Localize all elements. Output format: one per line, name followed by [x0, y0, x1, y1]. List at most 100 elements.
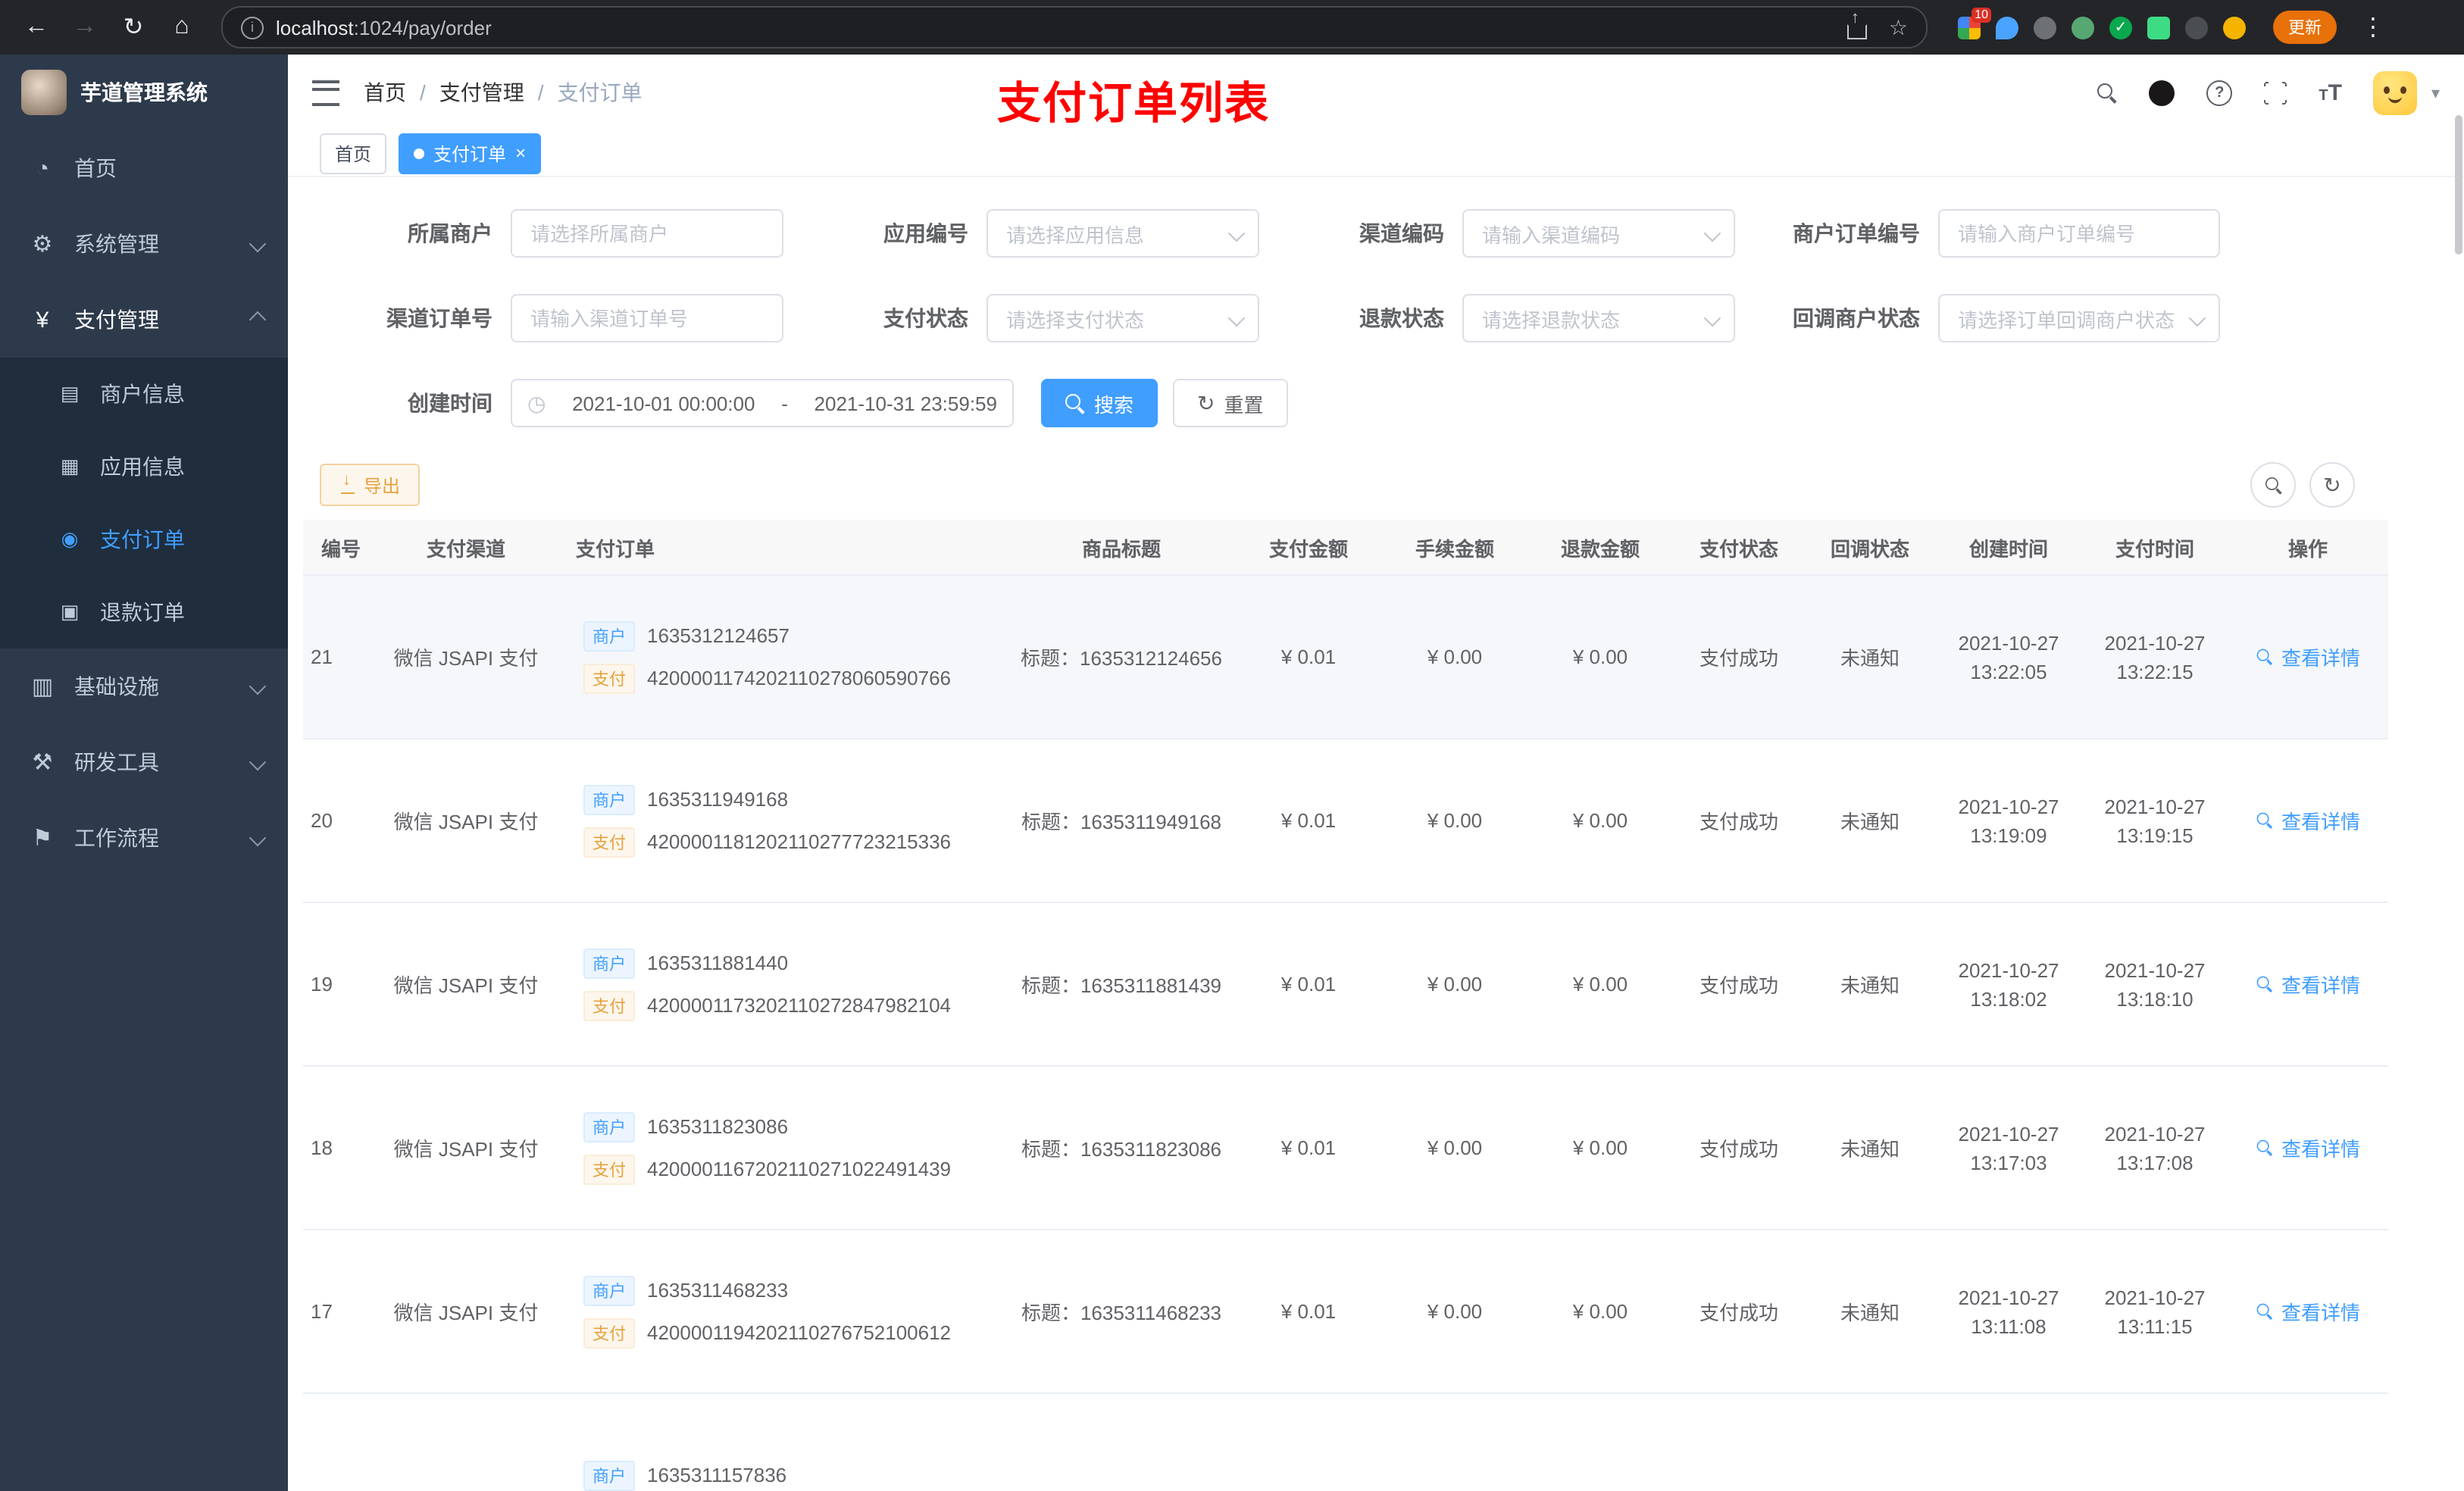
- merchant-order-no: 1635311468233: [647, 1279, 789, 1302]
- cell-title: 标题：1635311468233: [1021, 1302, 1222, 1324]
- extension-icon-face[interactable]: [2223, 16, 2246, 39]
- extension-icon-check[interactable]: ✓: [2109, 16, 2132, 39]
- sidebar-item-refund-order[interactable]: ▣ 退款订单: [0, 576, 288, 649]
- sidebar-item-workflow[interactable]: ⚑ 工作流程: [0, 800, 288, 876]
- extension-icon-chat[interactable]: [2147, 16, 2170, 39]
- home-icon[interactable]: ⌂: [161, 6, 203, 48]
- cell-actions: 查看详情: [2228, 1067, 2388, 1229]
- view-details-link[interactable]: 查看详情: [2256, 1297, 2360, 1326]
- cell-created: [1935, 1394, 2082, 1491]
- search-button[interactable]: 搜索: [1041, 379, 1159, 427]
- fullscreen-icon[interactable]: [2261, 78, 2287, 104]
- extension-icon-colorful[interactable]: 10: [1958, 7, 1991, 39]
- cell-refund: ¥ 0.00: [1572, 973, 1628, 996]
- button-label: 重置: [1224, 393, 1264, 416]
- browser-update-button[interactable]: 更新: [2273, 11, 2337, 44]
- chevron-down-icon: [1703, 309, 1721, 327]
- help-icon[interactable]: ?: [2206, 80, 2233, 105]
- sidebar-item-infra[interactable]: ▥ 基础设施: [0, 649, 288, 724]
- merchant-order-no-input[interactable]: [1938, 209, 2220, 258]
- channel-order-no-input[interactable]: [511, 294, 783, 342]
- extension-icon-drop[interactable]: [1996, 16, 2018, 39]
- search-icon: [1065, 393, 1085, 413]
- chevron-down-icon: [1703, 224, 1721, 242]
- breadcrumb-section[interactable]: 支付管理: [439, 77, 524, 108]
- sidebar-item-label: 研发工具: [74, 750, 159, 774]
- table-header-row: 编号 支付渠道 支付订单 商品标题 支付金额 手续金额 退款金额 支付状态 回调…: [303, 520, 2388, 576]
- cell-status: 支付成功: [1699, 1302, 1778, 1324]
- sidebar-item-payment[interactable]: ¥ 支付管理: [0, 282, 288, 358]
- view-details-link[interactable]: 查看详情: [2256, 642, 2360, 671]
- export-button[interactable]: 导出: [320, 464, 421, 506]
- reload-icon[interactable]: ↻: [112, 6, 155, 48]
- filter-notify-status: 回调商户状态 请选择订单回调商户状态: [1747, 294, 2220, 342]
- browser-menu-icon[interactable]: ⋮: [2352, 6, 2394, 48]
- avatar-caret-icon[interactable]: ▾: [2431, 83, 2440, 102]
- app-no-select[interactable]: 请选择应用信息: [987, 209, 1259, 258]
- sidebar-item-system[interactable]: ⚙ 系统管理: [0, 206, 288, 282]
- col-actions: 操作: [2287, 537, 2328, 560]
- cell-paid: 2021-10-27 13:18:10: [2104, 958, 2206, 1010]
- font-size-icon[interactable]: TT: [2319, 80, 2342, 105]
- sidebar-item-merchant-info[interactable]: ▤ 商户信息: [0, 358, 288, 430]
- sidebar-item-home[interactable]: ◔ 首页: [0, 130, 288, 206]
- view-details-link[interactable]: 查看详情: [2256, 970, 2360, 999]
- sidebar-item-app-info[interactable]: ▦ 应用信息: [0, 430, 288, 503]
- cell-created: 2021-10-27 13:17:03: [1958, 1122, 2059, 1174]
- github-icon[interactable]: [2149, 80, 2175, 105]
- sidebar-item-label: 工作流程: [74, 826, 159, 850]
- search-toggle-button[interactable]: [2250, 462, 2296, 508]
- cell-status: 支付成功: [1699, 647, 1778, 670]
- page-scrollbar[interactable]: [2455, 115, 2462, 255]
- extension-icon-globe[interactable]: [2034, 16, 2056, 39]
- app-logo[interactable]: 芋道管理系统: [0, 55, 288, 130]
- view-details-link[interactable]: 查看详情: [2256, 806, 2360, 835]
- dashboard-icon: ◔: [35, 155, 50, 181]
- notify-status-select[interactable]: 请选择订单回调商户状态: [1938, 294, 2220, 342]
- bookmark-star-icon[interactable]: ☆: [1889, 14, 1908, 40]
- flag-icon: ⚑: [32, 826, 53, 852]
- tab-close-icon[interactable]: ×: [515, 142, 526, 164]
- sidebar-item-label: 支付管理: [74, 308, 159, 332]
- extension-icon-pin[interactable]: [2185, 16, 2208, 39]
- pay-order-no: 4200001174202110278060590766: [647, 667, 952, 689]
- cell-status: [1673, 1394, 1805, 1491]
- cell-title: 标题：1635311881439: [1021, 974, 1222, 997]
- tab-home[interactable]: 首页: [320, 133, 387, 173]
- sidebar-toggle-icon[interactable]: [312, 80, 339, 105]
- site-info-icon[interactable]: i: [241, 16, 264, 39]
- back-icon[interactable]: ←: [15, 6, 58, 48]
- refresh-button[interactable]: ↻: [2309, 462, 2355, 508]
- sidebar-item-pay-order[interactable]: ◉ 支付订单: [0, 503, 288, 576]
- search-icon[interactable]: [2097, 83, 2117, 102]
- table-row: 19 微信 JSAPI 支付 商户 1635311881440 支付 4200001…: [303, 903, 2388, 1067]
- filter-channel-code: 渠道编码 请输入渠道编码: [1271, 209, 1735, 258]
- share-icon[interactable]: [1847, 8, 1868, 39]
- table-row: 20 微信 JSAPI 支付 商户 1635311949168 支付 4200001…: [303, 739, 2388, 903]
- reset-button[interactable]: ↻ 重置: [1173, 379, 1288, 427]
- sidebar-item-devtools[interactable]: ⚒ 研发工具: [0, 724, 288, 800]
- cell-title: 标题：1635311823086: [1021, 1138, 1222, 1161]
- channel-code-select[interactable]: 请输入渠道编码: [1462, 209, 1735, 258]
- forward-icon[interactable]: →: [64, 6, 106, 48]
- user-avatar[interactable]: [2373, 70, 2418, 114]
- pay-status-select[interactable]: 请选择支付状态: [987, 294, 1259, 342]
- merchant-input[interactable]: [511, 209, 783, 258]
- create-time-range-picker[interactable]: ◷ 2021-10-01 00:00:00 - 2021-10-31 23:59…: [511, 379, 1014, 427]
- chevron-up-icon: [249, 311, 267, 329]
- page-header: 首页 / 支付管理 / 支付订单 支付订单列表 ? TT ▾: [288, 55, 2464, 130]
- extensions-area: 10 ✓: [1958, 7, 2246, 39]
- extension-icon-green[interactable]: [2072, 16, 2094, 39]
- url-bar[interactable]: i localhost:1024/pay/order ☆: [221, 6, 1928, 48]
- breadcrumb-home[interactable]: 首页: [364, 77, 406, 108]
- refresh-icon: ↻: [2323, 473, 2341, 497]
- refund-status-select[interactable]: 请选择退款状态: [1462, 294, 1735, 342]
- merchant-order-no: 1635311881440: [647, 952, 789, 974]
- cell-actions: [2228, 1394, 2388, 1491]
- col-fee: 手续金额: [1415, 537, 1494, 560]
- view-details-link[interactable]: 查看详情: [2256, 1133, 2360, 1162]
- cell-amount: ¥ 0.01: [1280, 809, 1337, 832]
- tab-pay-order[interactable]: 支付订单 ×: [399, 133, 542, 173]
- refresh-icon: ↻: [1197, 391, 1215, 415]
- sidebar-item-label: 支付订单: [100, 527, 185, 552]
